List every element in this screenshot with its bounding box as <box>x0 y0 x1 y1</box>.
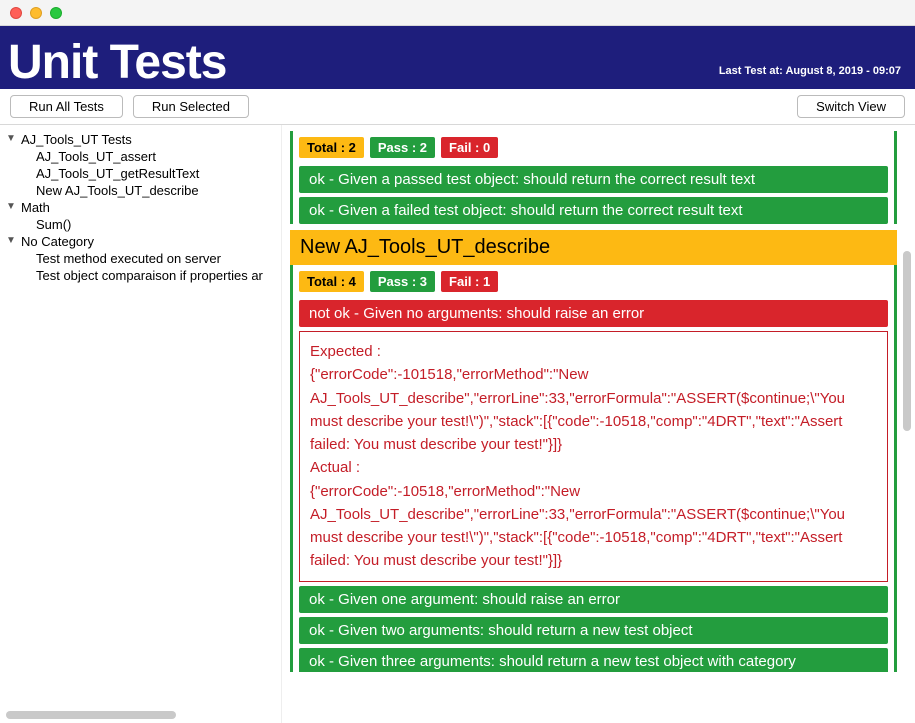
tree-item[interactable]: Test method executed on server <box>6 250 281 267</box>
pass-badge: Pass : 2 <box>370 137 435 158</box>
expected-body: {"errorCode":-101518,"errorMethod":"New … <box>310 363 877 456</box>
results-panel: Total : 2 Pass : 2 Fail : 0 ok - Given a… <box>282 125 915 723</box>
window-titlebar <box>0 0 915 26</box>
tree-category[interactable]: ▼ Math <box>6 199 281 216</box>
results-vertical-scrollbar-track[interactable] <box>903 131 911 717</box>
tree-category[interactable]: ▼ AJ_Tools_UT Tests <box>6 131 281 148</box>
chevron-down-icon: ▼ <box>6 235 18 246</box>
actual-body: {"errorCode":-10518,"errorMethod":"New A… <box>310 480 877 573</box>
count-row: Total : 4 Pass : 3 Fail : 1 <box>293 265 894 296</box>
window-maximize-button[interactable] <box>50 7 62 19</box>
test-result-ok: ok - Given three arguments: should retur… <box>299 648 888 672</box>
expected-label: Expected : <box>310 340 877 363</box>
run-all-button[interactable]: Run All Tests <box>10 95 123 118</box>
switch-view-button[interactable]: Switch View <box>797 95 905 118</box>
failure-detail: Expected : {"errorCode":-101518,"errorMe… <box>299 331 888 582</box>
fail-badge: Fail : 0 <box>441 137 498 158</box>
chevron-down-icon: ▼ <box>6 201 18 212</box>
chevron-down-icon: ▼ <box>6 133 18 144</box>
app-header: Unit Tests Last Test at: August 8, 2019 … <box>0 26 915 89</box>
toolbar: Run All Tests Run Selected Switch View <box>0 89 915 125</box>
run-selected-button[interactable]: Run Selected <box>133 95 249 118</box>
last-test-label: Last Test at: August 8, 2019 - 09:07 <box>719 65 901 87</box>
window-close-button[interactable] <box>10 7 22 19</box>
tree-item[interactable]: AJ_Tools_UT_assert <box>6 148 281 165</box>
tree-item[interactable]: Test object comparaison if properties ar <box>6 267 281 284</box>
total-badge: Total : 4 <box>299 271 364 292</box>
tree-item[interactable]: New AJ_Tools_UT_describe <box>6 182 281 199</box>
actual-label: Actual : <box>310 456 877 479</box>
tree-category[interactable]: ▼ No Category <box>6 233 281 250</box>
suite-header: New AJ_Tools_UT_describe <box>290 230 897 265</box>
fail-badge: Fail : 1 <box>441 271 498 292</box>
tree-category-label: No Category <box>21 234 94 249</box>
total-badge: Total : 2 <box>299 137 364 158</box>
test-result-ok: ok - Given two arguments: should return … <box>299 617 888 644</box>
test-result-ok: ok - Given one argument: should raise an… <box>299 586 888 613</box>
sidebar-horizontal-scrollbar[interactable] <box>6 711 176 719</box>
tree-category-label: Math <box>21 200 50 215</box>
results-vertical-scrollbar-thumb[interactable] <box>903 251 911 431</box>
tree-category-label: AJ_Tools_UT Tests <box>21 132 132 147</box>
test-result-ok: ok - Given a failed test object: should … <box>299 197 888 224</box>
count-row: Total : 2 Pass : 2 Fail : 0 <box>293 131 894 162</box>
tree-item[interactable]: Sum() <box>6 216 281 233</box>
window-minimize-button[interactable] <box>30 7 42 19</box>
test-result-ok: ok - Given a passed test object: should … <box>299 166 888 193</box>
test-tree-sidebar: ▼ AJ_Tools_UT Tests AJ_Tools_UT_assert A… <box>0 125 282 723</box>
test-result-fail: not ok - Given no arguments: should rais… <box>299 300 888 327</box>
pass-badge: Pass : 3 <box>370 271 435 292</box>
tree-item[interactable]: AJ_Tools_UT_getResultText <box>6 165 281 182</box>
page-title: Unit Tests <box>8 39 226 87</box>
